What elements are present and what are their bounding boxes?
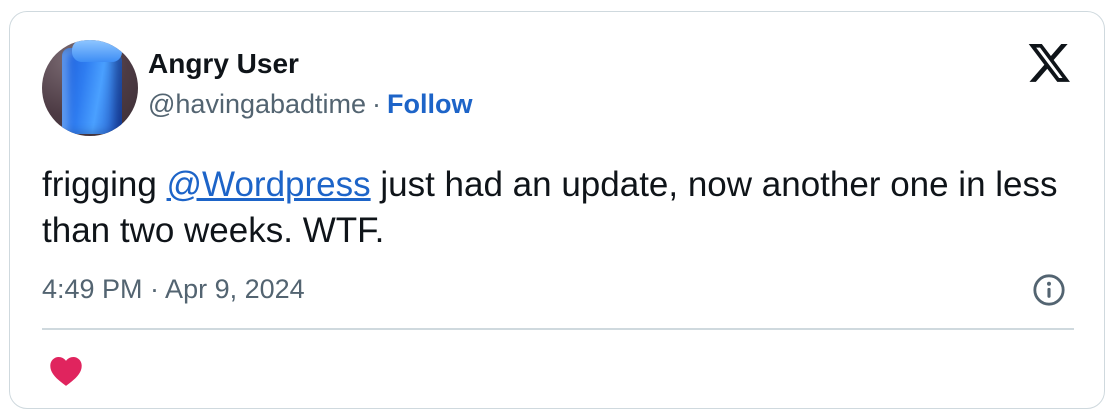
avatar-cube-top-graphic: [72, 40, 122, 62]
tweet-text-before: frigging: [42, 165, 167, 204]
mention-link[interactable]: @Wordpress: [167, 165, 371, 204]
info-icon[interactable]: [1032, 273, 1066, 307]
heart-icon[interactable]: [48, 355, 84, 387]
avatar[interactable]: [42, 40, 138, 136]
author-handle[interactable]: @havingabadtime: [148, 89, 366, 119]
x-logo-icon[interactable]: [1028, 44, 1072, 84]
tweet-text: frigging @Wordpress just had an update, …: [42, 162, 1082, 254]
author-name[interactable]: Angry User: [148, 48, 299, 80]
follow-link[interactable]: Follow: [387, 89, 472, 119]
author-handle-line: @havingabadtime · Follow: [148, 89, 473, 120]
divider: [42, 328, 1074, 330]
handle-separator: ·: [372, 89, 382, 119]
tweet-embed-card: Angry User @havingabadtime · Follow friggi…: [9, 11, 1105, 409]
tweet-timestamp[interactable]: 4:49 PM · Apr 9, 2024: [42, 274, 305, 305]
